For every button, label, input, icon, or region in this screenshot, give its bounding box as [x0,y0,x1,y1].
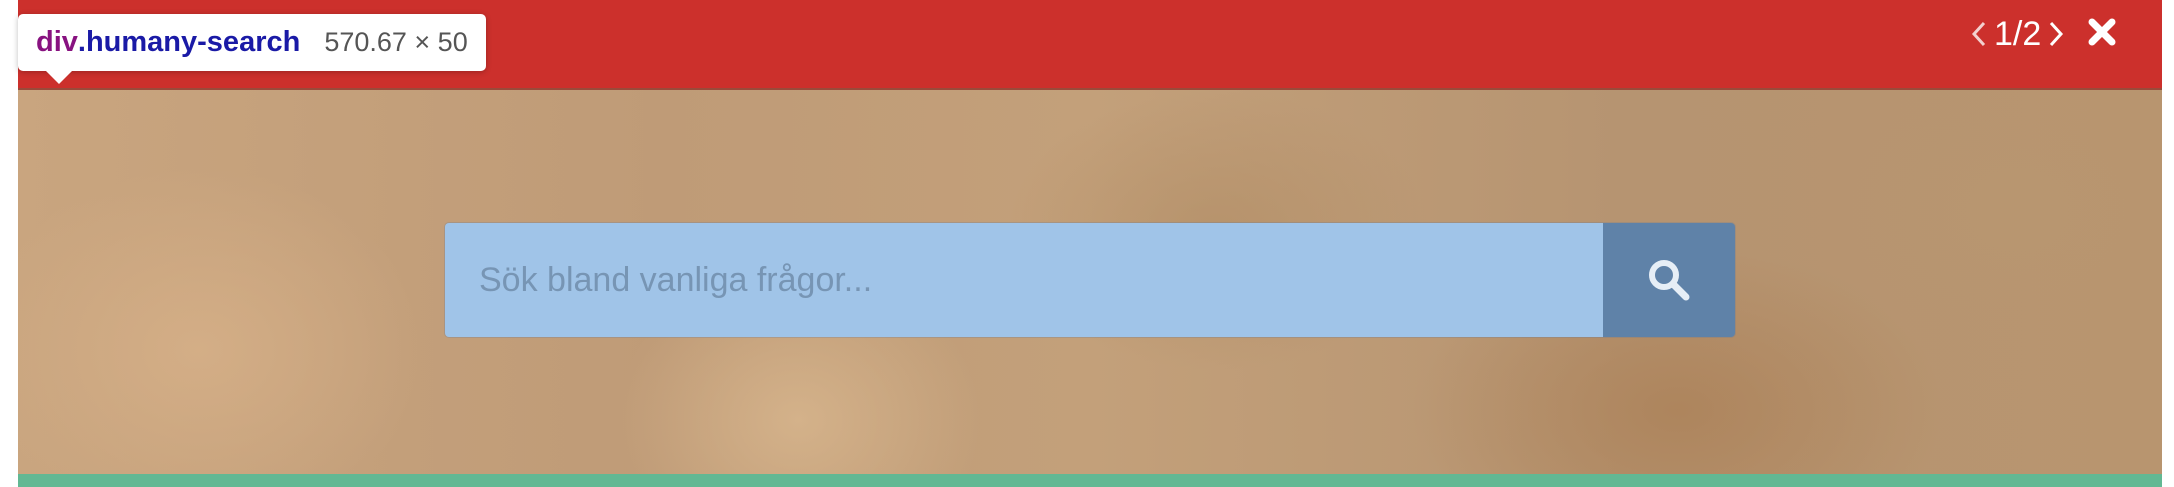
right-gutter [2162,0,2174,487]
humany-search [445,223,1735,337]
chevron-left-icon [1971,21,1986,47]
close-icon [2088,18,2116,46]
bottom-strip [18,474,2162,487]
inspect-size: 570.67 × 50 [324,27,468,57]
pager-prev-button[interactable] [1968,17,1990,51]
search-icon [1649,260,1690,301]
inspect-class: .humany-search [77,26,301,58]
chevron-right-icon [2050,21,2064,47]
search-button[interactable] [1603,223,1735,337]
pager-next-button[interactable] [2045,17,2067,51]
inspect-tooltip: div .humany-search 570.67 × 50 [18,14,486,84]
pager: 1/2 [1968,10,2067,58]
inspect-tag: div [36,26,78,58]
page: div.humany-search 570.67 × 50 1/2 [0,0,2174,487]
left-gutter [0,0,18,487]
close-button[interactable] [2084,14,2120,50]
search-input[interactable] [445,223,1603,337]
pager-count: 1/2 [1994,14,2042,53]
